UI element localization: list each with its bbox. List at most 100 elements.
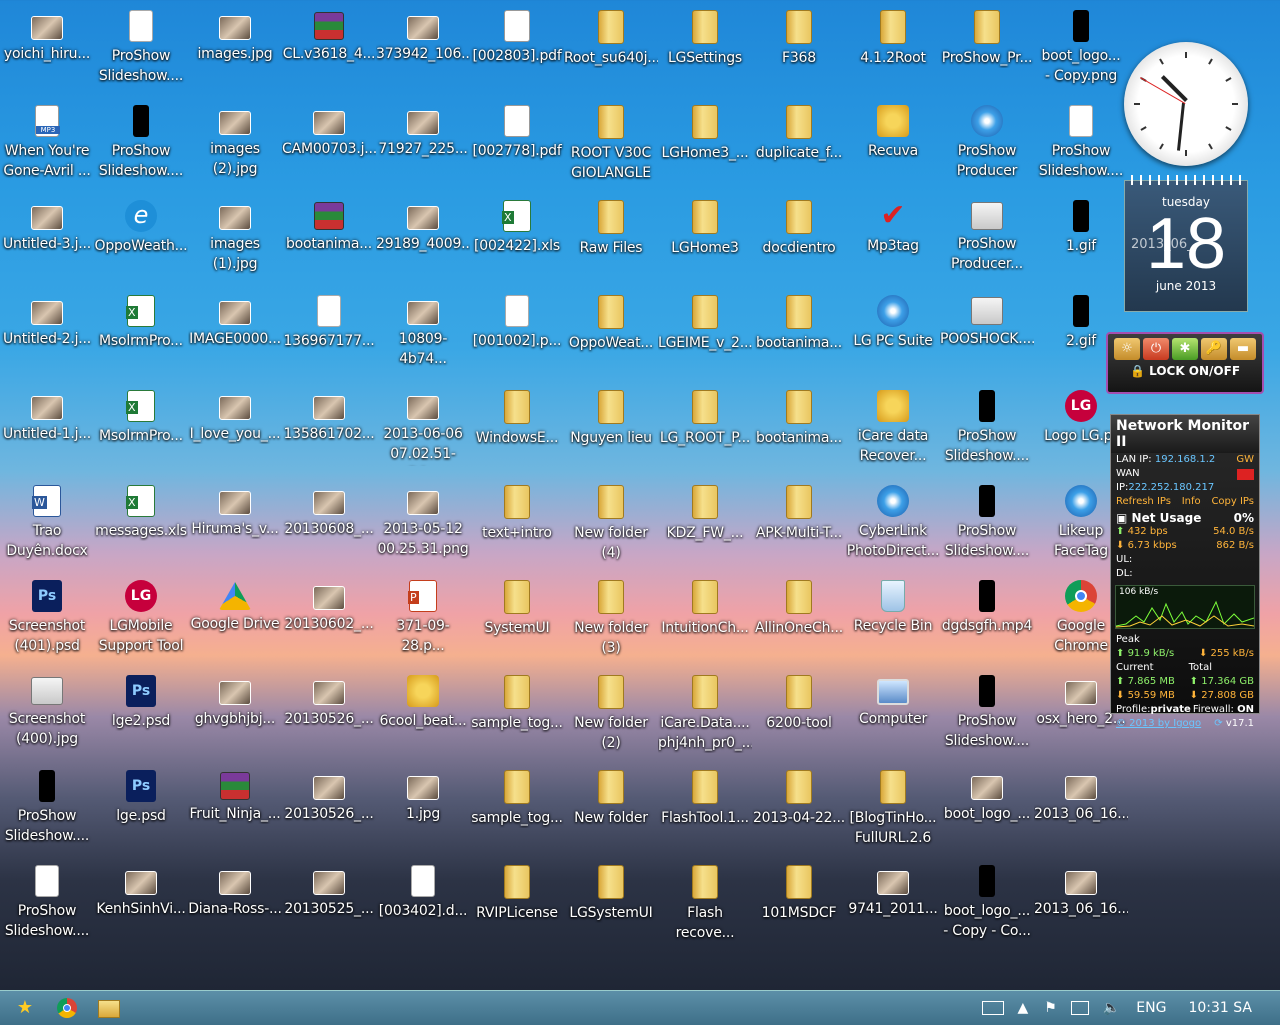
desktop-icon[interactable]: boot_logo_... xyxy=(940,768,1034,862)
desktop-icon[interactable]: LG_ROOT_P... xyxy=(658,388,752,482)
volume-icon[interactable]: 🔈 xyxy=(1103,1000,1120,1016)
desktop-icon[interactable]: Recuva xyxy=(846,103,940,197)
desktop-icon[interactable]: sample_tog... xyxy=(470,768,564,862)
desktop-icon[interactable]: e OppoWeath... xyxy=(94,198,188,292)
refresh-icon[interactable]: ⟳ xyxy=(1214,718,1222,729)
desktop-icon[interactable]: LGHome3_... xyxy=(658,103,752,197)
desktop-icon[interactable]: Untitled-1.j... xyxy=(0,388,94,482)
desktop-icon[interactable]: 20130608_... xyxy=(282,483,376,577)
desktop-icon[interactable]: duplicate_f... xyxy=(752,103,846,197)
desktop-icon[interactable]: KDZ_FW_... xyxy=(658,483,752,577)
desktop-icon[interactable]: New folder (2) xyxy=(564,673,658,767)
desktop-icon[interactable]: ProShow Slideshow.... xyxy=(940,673,1034,767)
desktop-icon[interactable]: 2013_06_16... xyxy=(1034,863,1128,957)
desktop-icon[interactable]: Ps lge.psd xyxy=(94,768,188,862)
desktop-icon[interactable]: IMAGE0000... xyxy=(188,293,282,387)
desktop-icon[interactable]: 2013-06-06 07.02.51-2.j... xyxy=(376,388,470,482)
desktop-icon[interactable]: Root_su640j... xyxy=(564,8,658,102)
desktop-icon[interactable]: IntuitionCh... xyxy=(658,578,752,672)
desktop-icon[interactable]: [001002].p... xyxy=(470,293,564,387)
star-icon[interactable]: ★ xyxy=(8,994,42,1022)
desktop-icon[interactable]: 29189_4009... xyxy=(376,198,470,292)
brightness-button[interactable]: ☼ xyxy=(1114,338,1140,360)
power-button[interactable]: ⏻ xyxy=(1143,338,1169,360)
clock-gadget[interactable] xyxy=(1124,42,1248,166)
desktop-icon[interactable]: ProShow Producer xyxy=(940,103,1034,197)
desktop-icon[interactable]: images (2).jpg xyxy=(188,103,282,197)
desktop-icon[interactable]: Screenshot (400).jpg xyxy=(0,673,94,767)
desktop-icon[interactable]: ProShow Slideshow.... xyxy=(0,768,94,862)
desktop-icon[interactable]: Nguyen lieu xyxy=(564,388,658,482)
desktop-icon[interactable]: Untitled-3.j... xyxy=(0,198,94,292)
desktop-icon[interactable]: LGSystemUI xyxy=(564,863,658,957)
desktop-icon[interactable]: [BlogTinHo... FullURL.2.6 xyxy=(846,768,940,862)
key-button[interactable]: 🔑 xyxy=(1201,338,1227,360)
desktop-icon[interactable]: Raw Files xyxy=(564,198,658,292)
desktop-icon[interactable]: Fruit_Ninja_... xyxy=(188,768,282,862)
desktop-icon[interactable]: 2013-05-12 00.25.31.png xyxy=(376,483,470,577)
desktop-icon[interactable]: dgdsgfh.mp4 xyxy=(940,578,1034,672)
desktop-icon[interactable]: When You're Gone-Avril ... xyxy=(0,103,94,197)
desktop-icon[interactable]: F368 xyxy=(752,8,846,102)
desktop-icon[interactable]: bootanima... xyxy=(282,198,376,292)
chrome-icon[interactable] xyxy=(50,994,84,1022)
lock-toggle-button[interactable]: 🔒 LOCK ON/OFF xyxy=(1108,364,1262,378)
refresh-ips-link[interactable]: Refresh IPs xyxy=(1116,495,1171,509)
desktop-icon[interactable]: FlashTool.1... xyxy=(658,768,752,862)
desktop-icon[interactable]: 2013-04-22... xyxy=(752,768,846,862)
desktop-icon[interactable]: CAM00703.j... xyxy=(282,103,376,197)
desktop-icon[interactable]: Computer xyxy=(846,673,940,767)
desktop-icon[interactable]: bootanima... xyxy=(752,293,846,387)
desktop-icon[interactable]: boot_logo_... - Copy - Co... xyxy=(940,863,1034,957)
desktop-icon[interactable]: CL.v3618_4... xyxy=(282,8,376,102)
desktop-icon[interactable]: ProShow Slideshow.... xyxy=(940,483,1034,577)
desktop-icon[interactable]: ✔ Mp3tag xyxy=(846,198,940,292)
desktop-icon[interactable]: New folder (3) xyxy=(564,578,658,672)
desktop-icon[interactable]: CyberLink PhotoDirect... xyxy=(846,483,940,577)
desktop-icon[interactable]: I_love_you_... xyxy=(188,388,282,482)
desktop-icon[interactable]: 9741_2011... xyxy=(846,863,940,957)
desktop-icon[interactable]: MsolrmPro... xyxy=(94,293,188,387)
desktop-icon[interactable]: Hiruma's_v... xyxy=(188,483,282,577)
desktop-icon[interactable]: bootanima... xyxy=(752,388,846,482)
desktop-icon[interactable]: KenhSinhVi... xyxy=(94,863,188,957)
desktop-icon[interactable]: ProShow Slideshow.... xyxy=(94,8,188,102)
desktop-icon[interactable]: images (1).jpg xyxy=(188,198,282,292)
desktop-icon[interactable]: LG LGMobile Support Tool xyxy=(94,578,188,672)
desktop-icon[interactable]: 136967177... xyxy=(282,293,376,387)
desktop-icon[interactable]: RVIPLicense xyxy=(470,863,564,957)
desktop-icon[interactable]: yoichi_hiru... xyxy=(0,8,94,102)
desktop-icon[interactable]: [003402].d... xyxy=(376,863,470,957)
desktop-icon[interactable]: 20130602_... xyxy=(282,578,376,672)
clock-time[interactable]: 10:31 SA xyxy=(1188,1000,1252,1016)
desktop-icon[interactable]: 373942_106... xyxy=(376,8,470,102)
keyboard-icon[interactable] xyxy=(981,1001,1004,1015)
desktop-icon[interactable]: AllinOneCh... xyxy=(752,578,846,672)
desktop-icon[interactable]: ProShow Slideshow.... xyxy=(0,863,94,957)
desktop-icon[interactable]: LGEIME_v_2... xyxy=(658,293,752,387)
desktop-icon[interactable]: APK-Multi-T... xyxy=(752,483,846,577)
desktop-icon[interactable]: WindowsE... xyxy=(470,388,564,482)
desktop-icon[interactable]: Flash recove... xyxy=(658,863,752,957)
desktop-icon[interactable]: text+intro xyxy=(470,483,564,577)
desktop-icon[interactable]: sample_tog... xyxy=(470,673,564,767)
desktop-icon[interactable]: [002803].pdf xyxy=(470,8,564,102)
desktop-icon[interactable]: ProShow Slideshow.... xyxy=(940,388,1034,482)
desktop-icon[interactable]: Trao Duyên.docx xyxy=(0,483,94,577)
desktop-icon[interactable]: 1.jpg xyxy=(376,768,470,862)
desktop-icon[interactable]: LG PC Suite xyxy=(846,293,940,387)
desktop-icon[interactable]: ProShow_Pr... xyxy=(940,8,1034,102)
desktop-icon[interactable]: iCare data Recover... xyxy=(846,388,940,482)
desktop-icon[interactable]: MsolrmPro... xyxy=(94,388,188,482)
desktop-icon[interactable]: ProShow Slideshow.... xyxy=(94,103,188,197)
desktop-icon[interactable]: [002778].pdf xyxy=(470,103,564,197)
language-indicator[interactable]: ENG xyxy=(1136,1000,1166,1016)
desktop-icon[interactable]: iCare.Data.... phj4nh_pr0_... xyxy=(658,673,752,767)
desktop-icon[interactable]: 20130525_... xyxy=(282,863,376,957)
desktop-icon[interactable]: docdientro xyxy=(752,198,846,292)
copyright-link[interactable]: © 2013 by Igogo xyxy=(1116,717,1201,731)
desktop-icon[interactable]: ROOT V30C GIOLANGLE xyxy=(564,103,658,197)
show-hidden-icons-icon[interactable]: ▲ xyxy=(1018,1000,1029,1016)
desktop-icon[interactable]: 1.gif xyxy=(1034,198,1128,292)
desktop-icon[interactable]: messages.xls xyxy=(94,483,188,577)
